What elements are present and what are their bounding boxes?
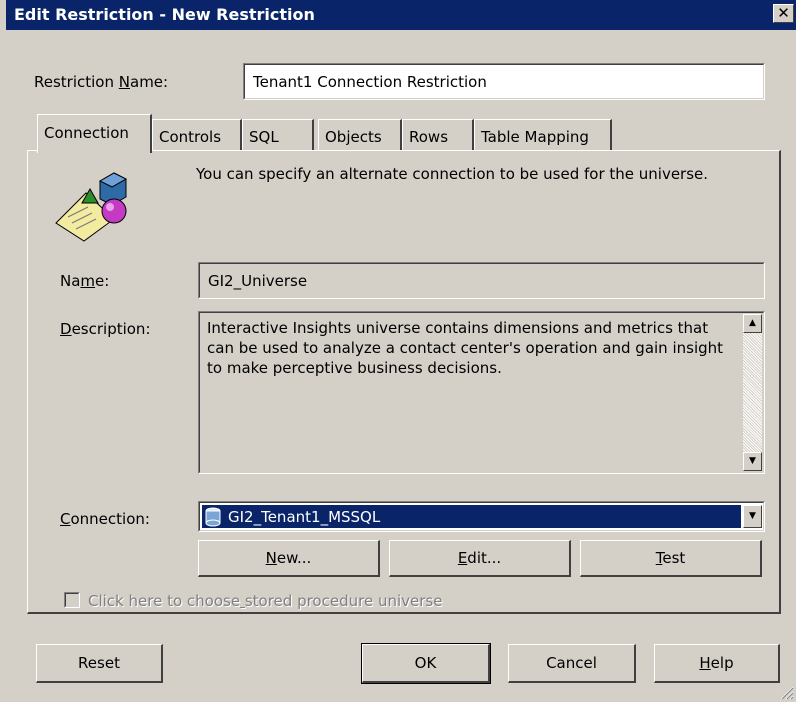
database-icon xyxy=(205,507,221,527)
connection-info-text: You can specify an alternate connection … xyxy=(196,165,709,183)
tab-sql-label: SQL xyxy=(249,128,279,146)
description-label: Description: xyxy=(60,320,151,338)
name-value: GI2_Universe xyxy=(208,272,308,290)
ok-button[interactable]: OK xyxy=(361,643,491,684)
connection-value: GI2_Tenant1_MSSQL xyxy=(228,508,381,526)
description-value: Interactive Insights universe contains d… xyxy=(207,319,724,377)
restriction-name-value: Tenant1 Connection Restriction xyxy=(253,73,487,91)
connection-selected-item: GI2_Tenant1_MSSQL xyxy=(202,505,741,528)
dropdown-arrow-icon[interactable]: ▼ xyxy=(743,505,762,528)
help-button[interactable]: Help xyxy=(654,644,780,683)
universe-icon xyxy=(55,172,128,242)
cancel-button[interactable]: Cancel xyxy=(508,644,636,683)
edit-connection-button[interactable]: Edit... xyxy=(389,540,571,577)
reset-button[interactable]: Reset xyxy=(36,644,163,683)
stored-procedure-checkbox[interactable] xyxy=(64,592,80,608)
resize-grip-icon[interactable] xyxy=(778,684,794,700)
tab-connection[interactable]: Connection xyxy=(37,114,152,153)
scroll-down-icon[interactable]: ▼ xyxy=(743,452,762,471)
tab-controls-label: Controls xyxy=(159,128,222,146)
tab-rows[interactable]: Rows xyxy=(402,119,474,151)
scroll-up-icon[interactable]: ▲ xyxy=(743,314,762,333)
close-icon[interactable]: ✕ xyxy=(773,4,794,23)
tab-connection-label: Connection xyxy=(44,124,129,142)
restriction-name-label: Restriction Name: xyxy=(34,73,169,91)
connection-select[interactable]: GI2_Tenant1_MSSQL ▼ xyxy=(198,501,765,532)
tab-sql[interactable]: SQL xyxy=(242,119,314,151)
tab-objects[interactable]: Objects xyxy=(318,119,402,151)
connection-label: Connection: xyxy=(60,510,150,528)
description-scrollbar[interactable]: ▲ ▼ xyxy=(743,314,762,471)
test-connection-button[interactable]: Test xyxy=(580,540,762,577)
tab-controls[interactable]: Controls xyxy=(152,119,242,151)
connection-tab-panel: You can specify an alternate connection … xyxy=(27,150,781,614)
tab-table-mapping-label: Table Mapping xyxy=(481,128,589,146)
edit-restriction-dialog: Edit Restriction - New Restriction ✕ Res… xyxy=(0,0,796,702)
new-connection-button[interactable]: New... xyxy=(198,540,380,577)
description-field[interactable]: Interactive Insights universe contains d… xyxy=(198,311,765,474)
stored-procedure-label: Click here to choose stored procedure un… xyxy=(88,592,443,610)
tab-table-mapping[interactable]: Table Mapping xyxy=(474,119,612,151)
name-field[interactable]: GI2_Universe xyxy=(198,262,765,299)
title-bar[interactable]: Edit Restriction - New Restriction ✕ xyxy=(6,0,796,30)
tab-objects-label: Objects xyxy=(325,128,382,146)
name-label: Name: xyxy=(60,272,110,290)
window-title: Edit Restriction - New Restriction xyxy=(14,5,315,24)
tab-rows-label: Rows xyxy=(409,128,449,146)
restriction-name-input[interactable]: Tenant1 Connection Restriction xyxy=(243,63,765,100)
